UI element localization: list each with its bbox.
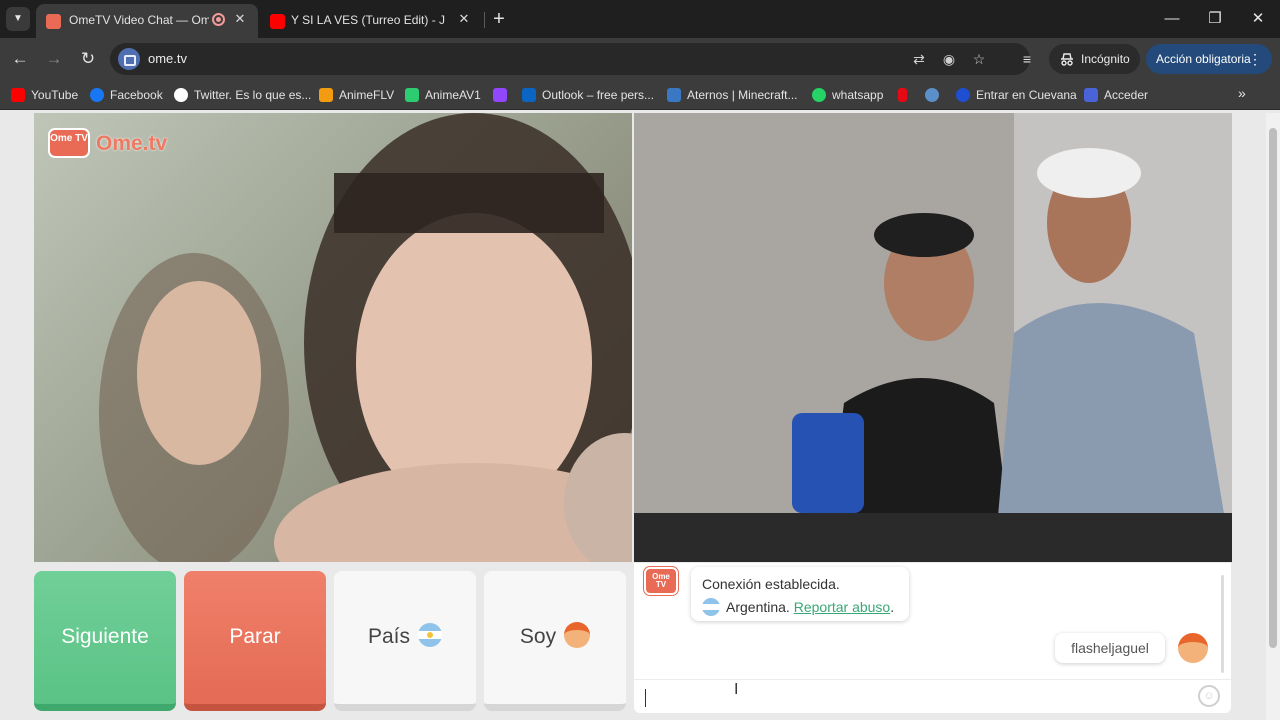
chat-scrollbar[interactable] <box>1221 575 1224 673</box>
recording-icon <box>212 13 225 26</box>
bookmark-acceder[interactable]: Acceder <box>1084 86 1148 104</box>
ometv-favicon-icon <box>46 14 61 29</box>
bookmark-facebook[interactable]: Facebook <box>90 86 163 104</box>
incognito-badge[interactable]: Incógnito <box>1049 44 1140 74</box>
argentina-flag-icon <box>702 598 720 616</box>
tab-search-button[interactable]: ▼ <box>6 7 30 31</box>
self-video-image <box>634 113 1232 562</box>
youtube-icon <box>11 88 25 102</box>
bookmark-cuevana[interactable]: Entrar en Cuevana <box>956 86 1077 104</box>
stop-button[interactable]: Parar <box>184 571 326 711</box>
reload-button[interactable]: ↻ <box>77 48 99 70</box>
connection-status: Conexión establecida. <box>702 576 840 592</box>
translate-icon[interactable]: ⇄ <box>910 50 928 68</box>
report-abuse-link[interactable]: Reportar abuso <box>794 599 891 615</box>
netflix-icon <box>898 88 907 102</box>
tab-youtube[interactable]: Y SI LA VES (Turreo Edit) - Jona ✕ <box>260 4 482 38</box>
bookmark-star-icon[interactable]: ☆ <box>970 50 988 68</box>
youtube-favicon-icon <box>270 14 285 29</box>
tab-title: OmeTV Video Chat — Ome <box>69 13 209 27</box>
site-info-icon[interactable] <box>118 48 140 70</box>
bookmark-twitter[interactable]: Twitter. Es lo que es... <box>174 86 311 104</box>
close-window-button[interactable]: ✕ <box>1246 8 1270 30</box>
close-tab-icon[interactable]: ✕ <box>456 11 472 27</box>
animeav1-icon <box>405 88 419 102</box>
forward-button[interactable]: → <box>43 48 65 70</box>
user-message: flasheljaguel <box>1055 633 1165 663</box>
bookmark-twitch[interactable] <box>493 86 513 104</box>
self-video <box>634 113 1232 562</box>
aternos-icon <box>667 88 681 102</box>
incognito-label: Incógnito <box>1081 52 1130 66</box>
more-menu-icon[interactable]: ⋮ <box>1248 44 1262 74</box>
edge-icon <box>956 88 970 102</box>
argentina-flag-icon <box>418 623 443 647</box>
tab-separator <box>484 12 485 28</box>
bookmark-animeav1[interactable]: AnimeAV1 <box>405 86 481 104</box>
outlook-icon <box>522 88 536 102</box>
address-bar[interactable]: ome.tv ⇄ ◉ ☆ <box>110 43 1030 75</box>
emoji-icon[interactable]: ☺ <box>1198 685 1220 707</box>
partner-country: Argentina. <box>726 599 790 615</box>
bookmark-netflix[interactable] <box>898 86 913 104</box>
incognito-icon <box>1061 53 1073 66</box>
country-button[interactable]: País <box>334 571 476 711</box>
twitch-icon <box>493 88 507 102</box>
user-avatar-icon <box>1178 633 1208 663</box>
next-button[interactable]: Siguiente <box>34 571 176 711</box>
tab-strip: ▼ OmeTV Video Chat — Ome ✕ Y SI LA VES (… <box>0 0 1280 38</box>
facebook-icon <box>90 88 104 102</box>
more-bookmarks-icon[interactable]: » <box>1238 85 1246 101</box>
male-avatar-icon <box>564 622 591 648</box>
required-action-button[interactable]: Acción obligatoria ⋮ <box>1146 44 1272 74</box>
partner-video-image <box>99 113 632 562</box>
whatsapp-icon <box>812 88 826 102</box>
partner-video <box>34 113 632 562</box>
back-button[interactable]: ← <box>9 48 31 70</box>
input-caret <box>645 689 646 707</box>
required-action-label: Acción obligatoria <box>1156 52 1251 66</box>
media-control-icon[interactable]: ≡ <box>1016 48 1038 70</box>
system-message: Conexión establecida. Argentina. Reporta… <box>691 567 909 621</box>
maximize-button[interactable]: ❐ <box>1203 8 1227 30</box>
gender-button[interactable]: Soy <box>484 571 626 711</box>
bookmark-steam[interactable] <box>925 86 945 104</box>
ometv-chat-logo-icon: Ome TV <box>644 567 678 595</box>
tab-title: Y SI LA VES (Turreo Edit) - Jona <box>291 13 445 27</box>
animeflv-icon <box>319 88 333 102</box>
acceder-icon <box>1084 88 1098 102</box>
minimize-button[interactable]: — <box>1160 8 1184 30</box>
partner-country-line: Argentina. Reportar abuso. <box>702 598 894 616</box>
ometv-logo-text: Ome.tv <box>96 132 168 155</box>
url-text: ome.tv <box>148 51 188 66</box>
new-tab-button[interactable]: + <box>488 8 510 30</box>
page-scrollbar-thumb[interactable] <box>1269 128 1277 648</box>
steam-icon <box>925 88 939 102</box>
tab-ometv[interactable]: OmeTV Video Chat — Ome ✕ <box>36 4 258 38</box>
tracking-protection-icon[interactable]: ◉ <box>940 50 958 68</box>
chat-message-input[interactable]: I ☺ <box>634 679 1231 713</box>
close-tab-icon[interactable]: ✕ <box>232 11 248 27</box>
bookmarks-bar: YouTube Facebook Twitter. Es lo que es..… <box>0 80 1280 110</box>
bookmark-animeflv[interactable]: AnimeFLV <box>319 86 394 104</box>
bookmark-aternos[interactable]: Aternos | Minecraft... <box>667 86 798 104</box>
ometv-logo: Ome TV Ome.tv <box>48 122 178 162</box>
ometv-logo-box: Ome TV <box>48 128 90 158</box>
bookmark-outlook[interactable]: Outlook – free pers... <box>522 86 654 104</box>
mouse-text-cursor-icon: I <box>734 681 739 698</box>
chat-panel: Ome TV Conexión establecida. Argentina. … <box>634 563 1231 713</box>
google-icon <box>174 88 188 102</box>
bookmark-youtube[interactable]: YouTube <box>11 86 78 104</box>
bookmark-whatsapp[interactable]: whatsapp <box>812 86 883 104</box>
